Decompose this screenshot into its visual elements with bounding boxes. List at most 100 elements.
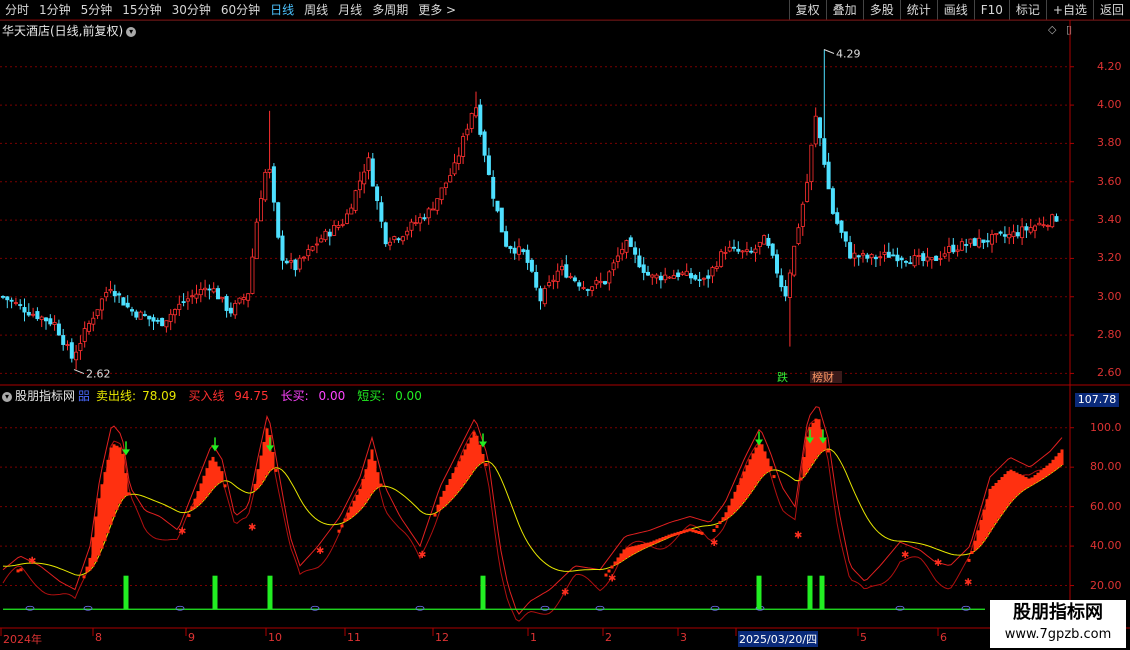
signal-block — [358, 488, 362, 511]
candle-body — [529, 259, 534, 272]
candle-body — [117, 293, 122, 296]
candle-body — [207, 288, 212, 291]
signal-block — [676, 531, 680, 535]
candle-body — [732, 246, 737, 249]
indicator-current-value: 107.78 — [1075, 393, 1119, 407]
candle-body — [198, 289, 203, 296]
candle-body — [577, 282, 582, 287]
candle-body — [396, 238, 401, 241]
candle-body — [525, 249, 530, 263]
oscillator-line — [2, 406, 1063, 615]
candle-body — [684, 270, 689, 276]
candle-body — [641, 264, 646, 273]
candle-body — [147, 315, 152, 320]
candle-body — [723, 251, 728, 254]
candle-body — [680, 272, 685, 275]
candle-body — [1015, 232, 1020, 237]
candle-body — [224, 296, 229, 311]
date-label: 2 — [605, 631, 612, 644]
signal-block — [799, 477, 803, 481]
candle-body — [787, 272, 792, 298]
candle-body — [1007, 233, 1012, 239]
candle-body — [770, 243, 775, 256]
candle-body — [125, 302, 130, 308]
candle-body — [650, 274, 655, 278]
candle-body — [39, 316, 44, 321]
candle-body — [663, 274, 668, 281]
signal-block — [700, 531, 704, 535]
candle-body — [843, 231, 848, 242]
candle-body — [362, 171, 367, 185]
signal-block — [970, 551, 974, 555]
signal-block — [1015, 472, 1019, 496]
signal-block — [1048, 463, 1052, 475]
signal-block — [1051, 459, 1055, 472]
candle-body — [1050, 214, 1055, 228]
signal-block — [364, 469, 368, 503]
candle-body — [727, 246, 732, 252]
candle-body — [448, 175, 453, 183]
signal-block — [1060, 449, 1064, 466]
candle-body — [1011, 231, 1016, 237]
candle-body — [886, 251, 891, 258]
signal-block — [196, 491, 200, 507]
candle-body — [611, 262, 616, 271]
candle-body — [142, 314, 147, 317]
candle-body — [168, 313, 173, 322]
candle-body — [1020, 226, 1025, 239]
signal-block — [817, 419, 821, 455]
signal-block — [97, 498, 101, 556]
date-label: 12 — [435, 631, 449, 644]
chevron-down-icon[interactable]: ▾ — [2, 391, 12, 402]
candle-body — [82, 328, 87, 342]
signal-block — [679, 530, 683, 534]
signal-block — [472, 431, 476, 471]
signal-block — [259, 455, 263, 485]
signal-block — [460, 455, 464, 488]
signal-block — [187, 514, 191, 518]
candle-body — [418, 217, 423, 224]
signal-block — [85, 566, 89, 573]
signal-block — [754, 447, 758, 486]
sell-line-label: 卖出线: — [96, 389, 137, 403]
signal-block — [478, 444, 482, 465]
candle-body — [469, 113, 474, 129]
signal-block — [271, 451, 275, 469]
candle-body — [534, 272, 539, 288]
signal-block — [712, 528, 716, 532]
candle-body — [697, 279, 702, 282]
signal-block — [367, 459, 371, 499]
candle-body — [5, 296, 10, 301]
candle-body — [585, 289, 590, 291]
signal-block — [688, 528, 692, 532]
candle-body — [925, 256, 930, 262]
signal-block — [715, 525, 719, 529]
signal-block — [202, 475, 206, 501]
signal-block — [256, 469, 260, 489]
indicator-tick-label: 20.00 — [1090, 578, 1122, 592]
candle-body — [211, 288, 216, 293]
candle-body — [69, 342, 74, 359]
candle-body — [48, 318, 53, 325]
signal-block — [454, 467, 458, 495]
candle-body — [108, 289, 113, 292]
candle-body — [155, 319, 160, 322]
candle-body — [233, 302, 238, 316]
cross-marker: ✱ — [561, 587, 569, 598]
date-label: 10 — [268, 631, 282, 644]
candle-body — [284, 260, 289, 264]
signal-block — [124, 473, 128, 496]
candle-body — [929, 257, 934, 261]
signal-block — [373, 460, 377, 490]
candle-body — [671, 275, 676, 279]
signal-block — [469, 437, 473, 475]
signal-block — [352, 500, 356, 516]
candle-body — [164, 320, 169, 328]
candle-body — [280, 235, 285, 261]
chart-canvas[interactable]: ✱ ✱ ✱ ✱ ✱ ✱ ✱ ✱ ✱ ✱ ✱ ✱ 4.29 2.62 跌 榜财 — [0, 0, 1130, 650]
candle-body — [628, 237, 633, 247]
candle-body — [486, 155, 491, 175]
sell-line-value: 78.09 — [142, 389, 177, 403]
signal-block — [1042, 467, 1046, 478]
event-tag: 榜财 — [812, 370, 834, 384]
